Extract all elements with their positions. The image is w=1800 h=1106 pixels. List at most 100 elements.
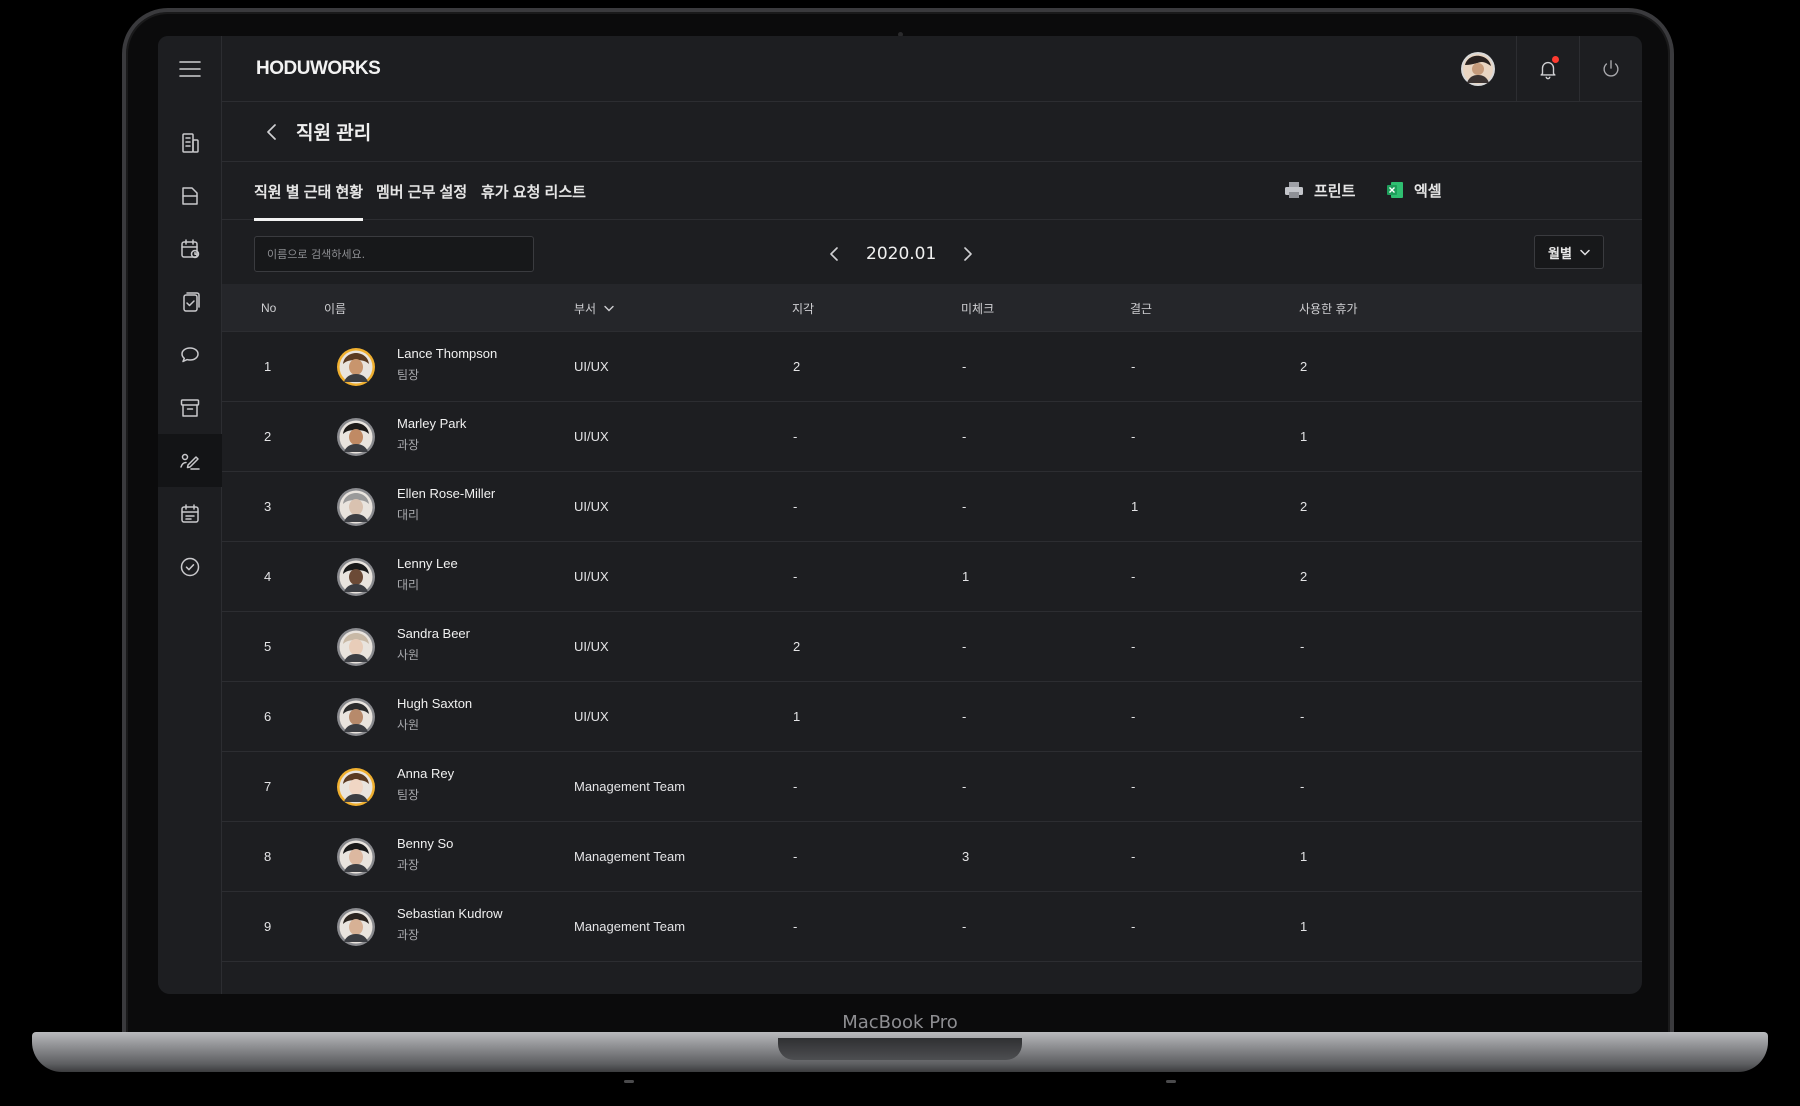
column-header-late: 지각 [792, 301, 815, 316]
table-row[interactable]: 5 Sandra Beer 사원 UI/UX 2 - - - [222, 612, 1642, 682]
tab-member-work-settings[interactable]: 멤버 근무 설정 [376, 162, 467, 220]
table-row[interactable]: 9 Sebastian Kudrow 과장 Management Team - - - 1 [222, 892, 1642, 962]
unchecked-count-cell: 3 [962, 849, 970, 864]
late-count-cell: - [793, 849, 798, 864]
excel-label: 엑셀 [1414, 182, 1442, 200]
employee-avatar[interactable] [336, 837, 376, 877]
department-cell: UI/UX [574, 429, 609, 444]
row-number: 1 [264, 359, 272, 374]
print-button[interactable]: 프린트 [1284, 176, 1355, 204]
late-count-cell: 2 [793, 639, 801, 654]
employee-avatar[interactable] [336, 347, 376, 387]
app-screen: HODUWORKS 직원 관리 직원 별 근태 현황 멤버 근무 설정 휴가 요… [158, 36, 1642, 994]
employee-position: 과장 [397, 438, 420, 452]
user-avatar[interactable] [1448, 36, 1508, 102]
table-row[interactable]: 1 Lance Thompson 팀장 UI/UX 2 - - 2 [222, 332, 1642, 402]
notifications-button[interactable] [1516, 36, 1579, 102]
next-month-button[interactable] [956, 242, 980, 266]
column-header-department[interactable]: 부서 [574, 284, 614, 332]
employee-name[interactable]: Lenny Lee [397, 557, 458, 570]
avatar-photo-icon [337, 838, 375, 876]
sidebar-item-tasks[interactable] [158, 540, 222, 593]
table-header: No 이름 부서 지각 미체크 결근 사용한 휴가 [222, 284, 1642, 332]
absent-count-cell: - [1131, 359, 1136, 374]
top-actions [1448, 36, 1642, 102]
prev-month-button[interactable] [822, 242, 846, 266]
employee-avatar[interactable] [336, 697, 376, 737]
absent-count-cell: - [1131, 849, 1136, 864]
menu-toggle-button[interactable] [158, 36, 222, 102]
employee-name[interactable]: Sandra Beer [397, 627, 470, 640]
employee-name[interactable]: Ellen Rose-Miller [397, 487, 495, 500]
chevron-left-icon [267, 123, 276, 140]
excel-export-button[interactable]: 엑셀 [1386, 176, 1442, 204]
late-count-cell: 1 [793, 709, 801, 724]
sidebar-item-attendance[interactable] [158, 434, 222, 487]
employee-position: 팀장 [397, 368, 420, 382]
late-count-cell: - [793, 429, 798, 444]
employee-name[interactable]: Sebastian Kudrow [397, 907, 503, 920]
sidebar-item-organization[interactable] [158, 116, 222, 169]
period-select[interactable]: 월별 [1534, 235, 1604, 269]
table-row[interactable]: 8 Benny So 과장 Management Team - 3 - 1 [222, 822, 1642, 892]
sidebar-item-messages[interactable] [158, 328, 222, 381]
tab-attendance-by-employee[interactable]: 직원 별 근태 현황 [254, 162, 364, 221]
archive-icon [180, 398, 200, 417]
table-row[interactable]: 4 Lenny Lee 대리 UI/UX - 1 - 2 [222, 542, 1642, 612]
logout-button[interactable] [1579, 36, 1642, 102]
sidebar-item-calendar[interactable] [158, 222, 222, 275]
employee-name[interactable]: Anna Rey [397, 767, 454, 780]
table-row[interactable]: 3 Ellen Rose-Miller 대리 UI/UX - - 1 2 [222, 472, 1642, 542]
tab-leave-request-list[interactable]: 휴가 요청 리스트 [481, 162, 586, 220]
employee-avatar[interactable] [336, 557, 376, 597]
employee-avatar[interactable] [336, 627, 376, 667]
department-cell: UI/UX [574, 709, 609, 724]
table-row[interactable]: 6 Hugh Saxton 사원 UI/UX 1 - - - [222, 682, 1642, 752]
filter-bar: 2020.01 월별 [222, 220, 1642, 284]
column-header-no: No [261, 301, 277, 315]
avatar-photo-icon [337, 698, 375, 736]
unchecked-count-cell: - [962, 499, 967, 514]
sidebar-item-approvals[interactable] [158, 275, 222, 328]
sidebar-item-documents[interactable] [158, 169, 222, 222]
employee-name[interactable]: Benny So [397, 837, 453, 850]
employee-position: 대리 [397, 578, 420, 592]
schedule-icon [181, 503, 199, 523]
row-number: 2 [264, 429, 272, 444]
column-header-leave-used: 사용한 휴가 [1299, 301, 1358, 316]
absent-count-cell: - [1131, 709, 1136, 724]
building-icon [182, 132, 199, 153]
employee-avatar[interactable] [336, 487, 376, 527]
employee-info: Ellen Rose-Miller 대리 [397, 487, 495, 521]
power-icon [1603, 60, 1619, 77]
absent-count-cell: - [1131, 429, 1136, 444]
employee-name[interactable]: Lance Thompson [397, 347, 497, 360]
sidebar-item-archive[interactable] [158, 381, 222, 434]
absent-count-cell: - [1131, 639, 1136, 654]
column-header-absent: 결근 [1130, 301, 1153, 316]
top-bar: HODUWORKS [222, 36, 1642, 102]
name-search-input[interactable] [254, 236, 534, 272]
employee-name[interactable]: Marley Park [397, 417, 466, 430]
sidebar-item-schedule[interactable] [158, 487, 222, 540]
table-row[interactable]: 2 Marley Park 과장 UI/UX - - - 1 [222, 402, 1642, 472]
row-number: 6 [264, 709, 272, 724]
app-logo[interactable]: HODUWORKS [256, 58, 381, 80]
employee-position: 팀장 [397, 788, 420, 802]
laptop-hinge-notch [778, 1038, 1022, 1060]
employee-name[interactable]: Hugh Saxton [397, 697, 472, 710]
leave-used-cell: - [1300, 709, 1305, 724]
absent-count-cell: - [1131, 569, 1136, 584]
print-label: 프린트 [1314, 182, 1356, 200]
avatar-photo-icon [337, 488, 375, 526]
avatar-photo-icon [337, 348, 375, 386]
table-row[interactable]: 7 Anna Rey 팀장 Management Team - - - - [222, 752, 1642, 822]
laptop-foot [624, 1080, 634, 1083]
employee-avatar[interactable] [336, 417, 376, 457]
unchecked-count-cell: - [962, 429, 967, 444]
employee-avatar[interactable] [336, 907, 376, 947]
back-button[interactable] [262, 122, 282, 142]
employee-avatar[interactable] [336, 767, 376, 807]
leave-used-cell: - [1300, 779, 1305, 794]
column-header-unchecked: 미체크 [961, 301, 995, 316]
